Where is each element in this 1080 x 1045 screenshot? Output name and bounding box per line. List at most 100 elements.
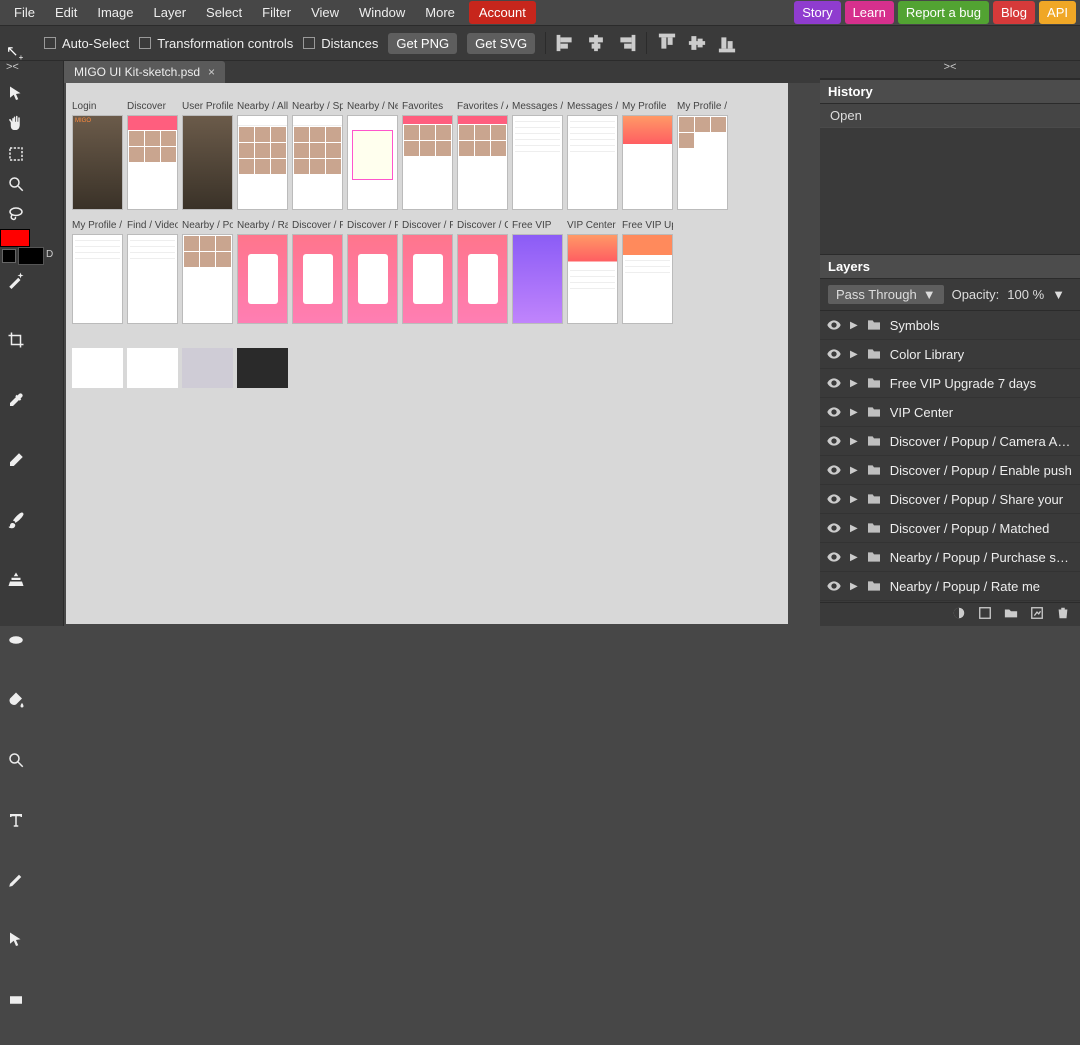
get-svg-button[interactable]: Get SVG: [467, 33, 535, 54]
tool-wand[interactable]: [0, 265, 32, 295]
artboard[interactable]: Discover / Cam: [457, 220, 508, 324]
tool-brush[interactable]: [0, 505, 32, 535]
align-bottom-icon[interactable]: [717, 33, 737, 53]
artboard[interactable]: LoginMIGO: [72, 101, 123, 210]
menu-more[interactable]: More: [415, 1, 465, 24]
expand-caret-icon[interactable]: ▶: [850, 320, 858, 331]
close-tab-icon[interactable]: ×: [208, 65, 215, 79]
visibility-eye-icon[interactable]: [826, 404, 842, 420]
tool-eraser[interactable]: [0, 445, 32, 475]
tool-text[interactable]: [0, 805, 32, 835]
menu-view[interactable]: View: [301, 1, 349, 24]
tool-shape[interactable]: [0, 985, 32, 1015]
menu-layer[interactable]: Layer: [144, 1, 197, 24]
layer-fx-icon[interactable]: [978, 606, 992, 623]
expand-caret-icon[interactable]: ▶: [850, 407, 858, 418]
delete-layer-icon[interactable]: [1056, 606, 1070, 623]
layer-row[interactable]: ▶Symbols: [820, 311, 1080, 340]
swap-colors-icon[interactable]: [2, 249, 16, 263]
menu-edit[interactable]: Edit: [45, 1, 87, 24]
visibility-eye-icon[interactable]: [826, 346, 842, 362]
artboard[interactable]: Free VIP: [512, 220, 563, 324]
artboard[interactable]: Discover: [127, 101, 178, 210]
tool-zoom[interactable]: [0, 169, 32, 199]
tool-crop[interactable]: [0, 325, 32, 355]
foreground-color-swatch[interactable]: [0, 229, 30, 247]
tool-lasso[interactable]: [0, 199, 32, 229]
get-png-button[interactable]: Get PNG: [388, 33, 457, 54]
history-item[interactable]: Open: [820, 104, 1080, 128]
layer-mask-icon[interactable]: [952, 606, 966, 623]
new-folder-icon[interactable]: [1004, 606, 1018, 623]
layer-row[interactable]: ▶Free VIP Upgrade 7 days: [820, 369, 1080, 398]
artboard[interactable]: My Profile / Edit: [677, 101, 728, 210]
layer-row[interactable]: ▶Discover / Popup / Camera Access: [820, 427, 1080, 456]
toolbox-collapse-left-icon[interactable]: ><: [6, 61, 19, 79]
tool-blur[interactable]: [0, 625, 32, 655]
layer-row[interactable]: ▶Color Library: [820, 340, 1080, 369]
artboard[interactable]: Nearby / Nextright: [347, 101, 398, 210]
checkbox-icon[interactable]: [44, 37, 56, 49]
align-top-icon[interactable]: [657, 33, 677, 53]
checkbox-icon[interactable]: [139, 37, 151, 49]
artboard[interactable]: Nearby / All: [237, 101, 288, 210]
panels-collapse-icon[interactable]: ><: [944, 61, 957, 78]
expand-caret-icon[interactable]: ▶: [850, 523, 858, 534]
expand-caret-icon[interactable]: ▶: [850, 378, 858, 389]
menu-window[interactable]: Window: [349, 1, 415, 24]
layers-panel-header[interactable]: Layers: [820, 254, 1080, 279]
background-color-swatch[interactable]: [18, 247, 44, 265]
visibility-eye-icon[interactable]: [826, 433, 842, 449]
expand-caret-icon[interactable]: ▶: [850, 552, 858, 563]
checkbox-icon[interactable]: [303, 37, 315, 49]
layer-row[interactable]: ▶Nearby / Popup / Rate me: [820, 572, 1080, 601]
tool-bucket[interactable]: [0, 685, 32, 715]
canvas[interactable]: LoginMIGODiscoverUser ProfileNearby / Al…: [66, 83, 788, 624]
layer-row[interactable]: ▶Discover / Popup / Share your: [820, 485, 1080, 514]
link-learn[interactable]: Learn: [845, 1, 894, 24]
tool-path-select[interactable]: [0, 925, 32, 955]
document-tab[interactable]: MIGO UI Kit-sketch.psd ×: [64, 61, 225, 83]
visibility-eye-icon[interactable]: [826, 549, 842, 565]
expand-caret-icon[interactable]: ▶: [850, 349, 858, 360]
expand-caret-icon[interactable]: ▶: [850, 494, 858, 505]
option-transform-controls[interactable]: Transformation controls: [139, 36, 293, 51]
tool-move[interactable]: [0, 79, 32, 109]
link-report-bug[interactable]: Report a bug: [898, 1, 989, 24]
artboard[interactable]: Messages / Messages: [512, 101, 563, 210]
artboard[interactable]: Nearby / Popup: [182, 220, 233, 324]
align-right-icon[interactable]: [616, 33, 636, 53]
align-left-icon[interactable]: [556, 33, 576, 53]
tool-pen[interactable]: [0, 865, 32, 895]
artboard[interactable]: Favorites: [402, 101, 453, 210]
layer-row[interactable]: ▶Discover / Popup / Enable push: [820, 456, 1080, 485]
artboard[interactable]: Discover / Popup: [292, 220, 343, 324]
menu-select[interactable]: Select: [196, 1, 252, 24]
artboard[interactable]: My Profile: [622, 101, 673, 210]
visibility-eye-icon[interactable]: [826, 317, 842, 333]
link-story[interactable]: Story: [794, 1, 840, 24]
artboard[interactable]: User Profile: [182, 101, 233, 210]
option-distances[interactable]: Distances: [303, 36, 378, 51]
blend-mode-select[interactable]: Pass Through ▼: [828, 285, 944, 304]
artboard[interactable]: Nearby / Rate me: [237, 220, 288, 324]
option-auto-select[interactable]: Auto-Select: [44, 36, 129, 51]
link-blog[interactable]: Blog: [993, 1, 1035, 24]
artboard[interactable]: Nearby / Spotlight: [292, 101, 343, 210]
layer-row[interactable]: ▶Nearby / Popup / Purchase success: [820, 543, 1080, 572]
visibility-eye-icon[interactable]: [826, 520, 842, 536]
tool-eyedropper[interactable]: [0, 385, 32, 415]
layer-row[interactable]: ▶Discover / Popup / Matched: [820, 514, 1080, 543]
layer-row[interactable]: ▶VIP Center: [820, 398, 1080, 427]
tool-marquee[interactable]: [0, 139, 32, 169]
align-center-v-icon[interactable]: [687, 33, 707, 53]
artboard[interactable]: Free VIP Upgrade 7 days: [622, 220, 673, 324]
artboard[interactable]: Find / Video: [127, 220, 178, 324]
link-api[interactable]: API: [1039, 1, 1076, 24]
new-layer-icon[interactable]: [1030, 606, 1044, 623]
expand-caret-icon[interactable]: ▶: [850, 465, 858, 476]
tool-clone-stamp[interactable]: [0, 565, 32, 595]
chevron-down-icon[interactable]: ▼: [1052, 287, 1065, 302]
menu-file[interactable]: File: [4, 1, 45, 24]
opacity-value[interactable]: 100 %: [1007, 287, 1044, 302]
